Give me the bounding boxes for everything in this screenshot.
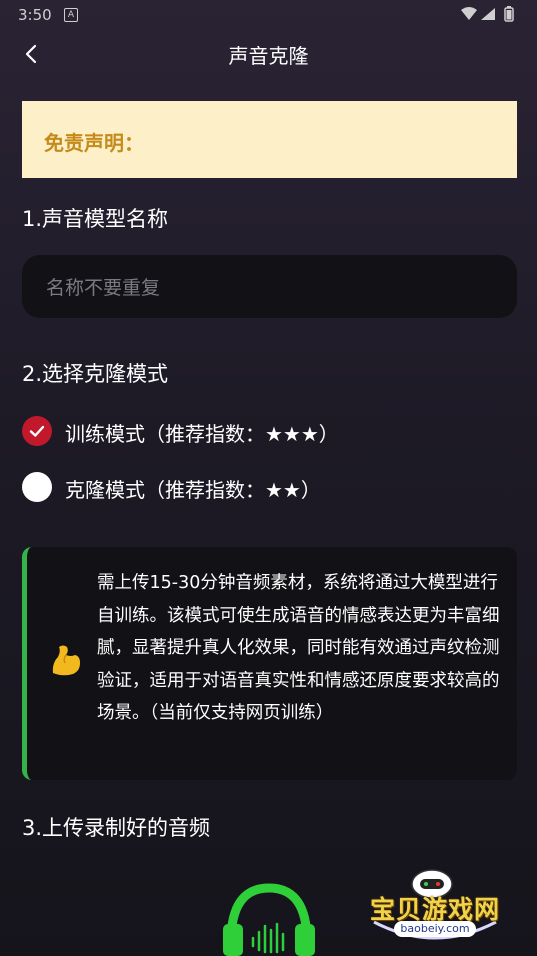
watermark-logo: 宝贝游戏网 baobeiy.com [360,862,510,952]
mode-info-text: 需上传15-30分钟音频素材，系统将通过大模型进行自训练。该模式可使生成语音的情… [97,573,500,723]
status-icons [461,6,514,22]
disclaimer-banner[interactable]: 免责声明： [22,101,517,178]
headphones-audio-icon[interactable] [219,880,319,956]
radio-label-training: 训练模式（推荐指数：★★★） [65,422,339,446]
notification-icon: A [64,8,78,22]
radio-label-clone: 克隆模式（推荐指数：★★） [65,478,321,502]
section-title-clone-mode: 2.选择克隆模式 [22,362,169,386]
model-name-input[interactable] [44,255,488,320]
flexed-biceps-icon [52,645,80,676]
model-name-field[interactable] [22,255,517,320]
radio-unchecked-icon[interactable] [22,472,52,502]
wifi-icon [461,7,477,20]
mode-info-card: 需上传15-30分钟音频素材，系统将通过大模型进行自训练。该模式可使生成语音的情… [22,547,517,780]
disclaimer-label: 免责声明： [44,131,144,155]
section-title-model-name: 1.声音模型名称 [22,207,169,231]
radio-checked-icon[interactable] [22,416,52,446]
section-title-upload: 3.上传录制好的音频 [22,816,211,840]
status-bar: 3:50 A [0,0,537,32]
top-bar: 声音克隆 [0,30,537,76]
page-title: 声音克隆 [228,44,309,68]
status-time: 3:50 [18,6,52,24]
signal-icon [481,8,495,20]
watermark-subtext: baobeiy.com [394,921,476,937]
